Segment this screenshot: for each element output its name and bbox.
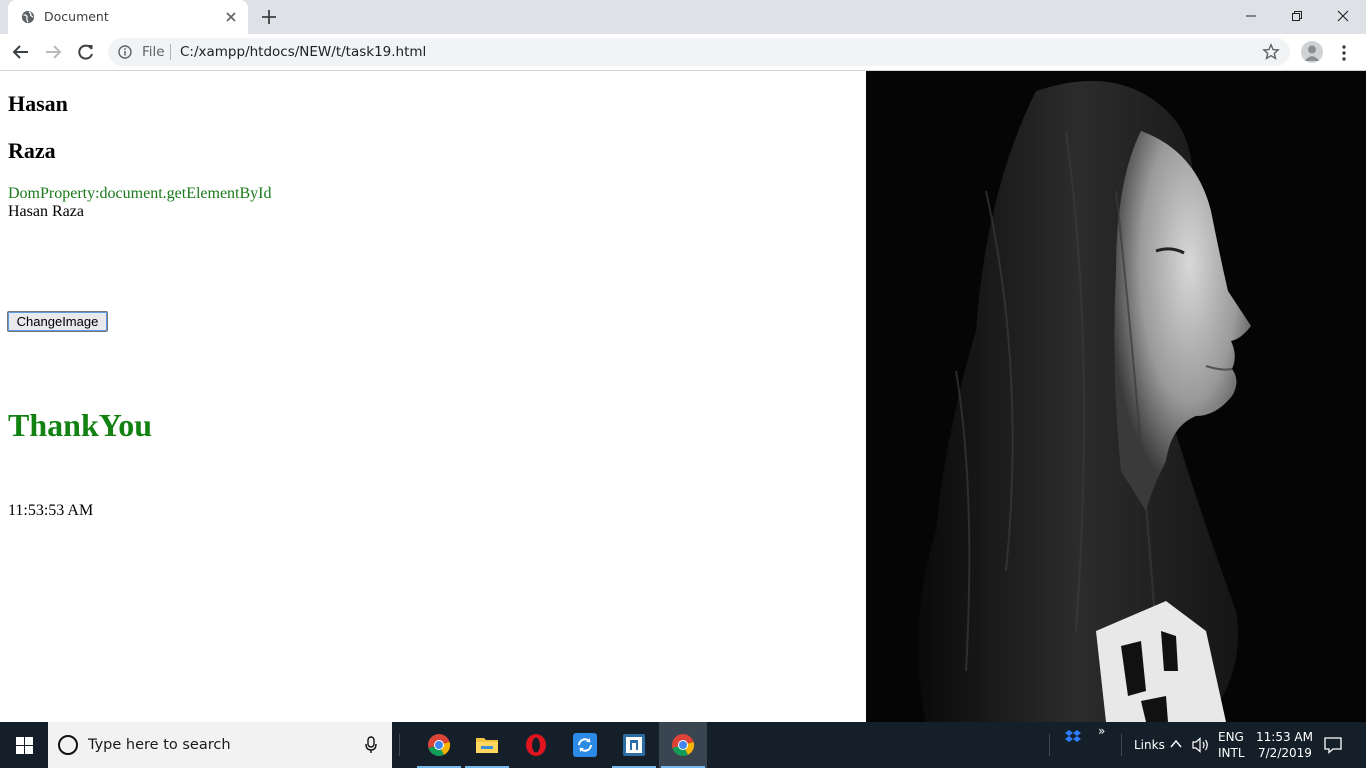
url-separator <box>170 44 171 60</box>
volume-icon[interactable] <box>1192 737 1210 753</box>
browser-tab[interactable]: Document <box>8 0 248 34</box>
chrome-icon <box>672 734 695 756</box>
portrait-image <box>866 71 1366 722</box>
more-icon[interactable] <box>1336 44 1352 62</box>
microphone-icon[interactable] <box>364 736 378 754</box>
clock-date[interactable]: 7/2/2019 <box>1258 746 1312 760</box>
url-text[interactable]: C:/xampp/htdocs/NEW/t/task19.html <box>180 44 426 60</box>
tab-strip: Document <box>0 0 1366 34</box>
app-window-icon <box>623 734 645 756</box>
profile-icon[interactable] <box>1301 41 1323 63</box>
reload-icon[interactable] <box>76 42 96 62</box>
first-name-heading: Hasan <box>8 91 68 116</box>
time-text: 11:53:53 AM <box>8 502 94 519</box>
chevron-up-icon[interactable] <box>1170 739 1182 749</box>
plus-icon[interactable] <box>260 8 278 26</box>
taskbar-file-explorer[interactable] <box>463 722 511 768</box>
sync-app-icon <box>573 733 597 757</box>
thank-you-heading: ThankYou <box>8 407 153 443</box>
taskbar-opera[interactable] <box>512 722 560 768</box>
taskbar: Type here to search » Links ENG INTL 11:… <box>0 722 1366 768</box>
minimize-button[interactable] <box>1228 0 1274 30</box>
back-icon[interactable] <box>11 42 31 62</box>
file-explorer-icon <box>476 738 498 753</box>
globe-icon <box>21 10 35 24</box>
chrome-icon <box>428 734 451 756</box>
start-button[interactable] <box>0 722 48 768</box>
forward-icon[interactable] <box>43 42 63 62</box>
info-icon[interactable] <box>118 45 132 59</box>
close-icon[interactable] <box>223 9 239 25</box>
dom-property-text: DomProperty:document.getElementById <box>8 185 272 202</box>
tray-divider <box>1049 734 1050 756</box>
notification-icon[interactable] <box>1324 736 1342 754</box>
url-scheme: File <box>142 44 165 60</box>
links-toolbar[interactable]: Links <box>1134 738 1165 752</box>
page-content: Hasan Raza DomProperty:document.getEleme… <box>0 71 1366 722</box>
window-close-button[interactable] <box>1320 0 1366 30</box>
browser-toolbar: File C:/xampp/htdocs/NEW/t/task19.html <box>0 34 1366 71</box>
restore-button[interactable] <box>1274 0 1320 30</box>
change-image-button[interactable]: ChangeImage <box>7 311 108 332</box>
last-name-heading: Raza <box>8 138 56 163</box>
full-name-text: Hasan Raza <box>8 203 84 220</box>
restore-icon <box>1292 11 1302 21</box>
minimize-icon <box>1246 15 1256 17</box>
taskbar-chrome-active[interactable] <box>659 722 707 768</box>
language-top[interactable]: ENG <box>1218 730 1244 744</box>
search-placeholder: Type here to search <box>88 737 231 753</box>
opera-icon <box>526 734 546 756</box>
taskbar-search[interactable]: Type here to search <box>48 722 392 768</box>
cortana-icon <box>58 735 78 755</box>
address-bar[interactable]: File C:/xampp/htdocs/NEW/t/task19.html <box>108 38 1290 66</box>
taskbar-chrome[interactable] <box>415 722 463 768</box>
taskbar-app-window[interactable] <box>610 722 658 768</box>
taskbar-divider <box>399 734 400 756</box>
clock-time[interactable]: 11:53 AM <box>1256 730 1313 744</box>
toolbar-overflow-chevron[interactable]: » <box>1098 724 1105 738</box>
taskbar-sync-app[interactable] <box>561 722 609 768</box>
windows-icon <box>16 737 33 754</box>
language-bottom[interactable]: INTL <box>1218 746 1245 760</box>
star-icon[interactable] <box>1262 43 1280 61</box>
tray-divider-2 <box>1121 734 1122 756</box>
window-close-icon <box>1337 10 1349 22</box>
tab-title: Document <box>44 9 109 24</box>
dropbox-icon[interactable] <box>1065 730 1081 744</box>
